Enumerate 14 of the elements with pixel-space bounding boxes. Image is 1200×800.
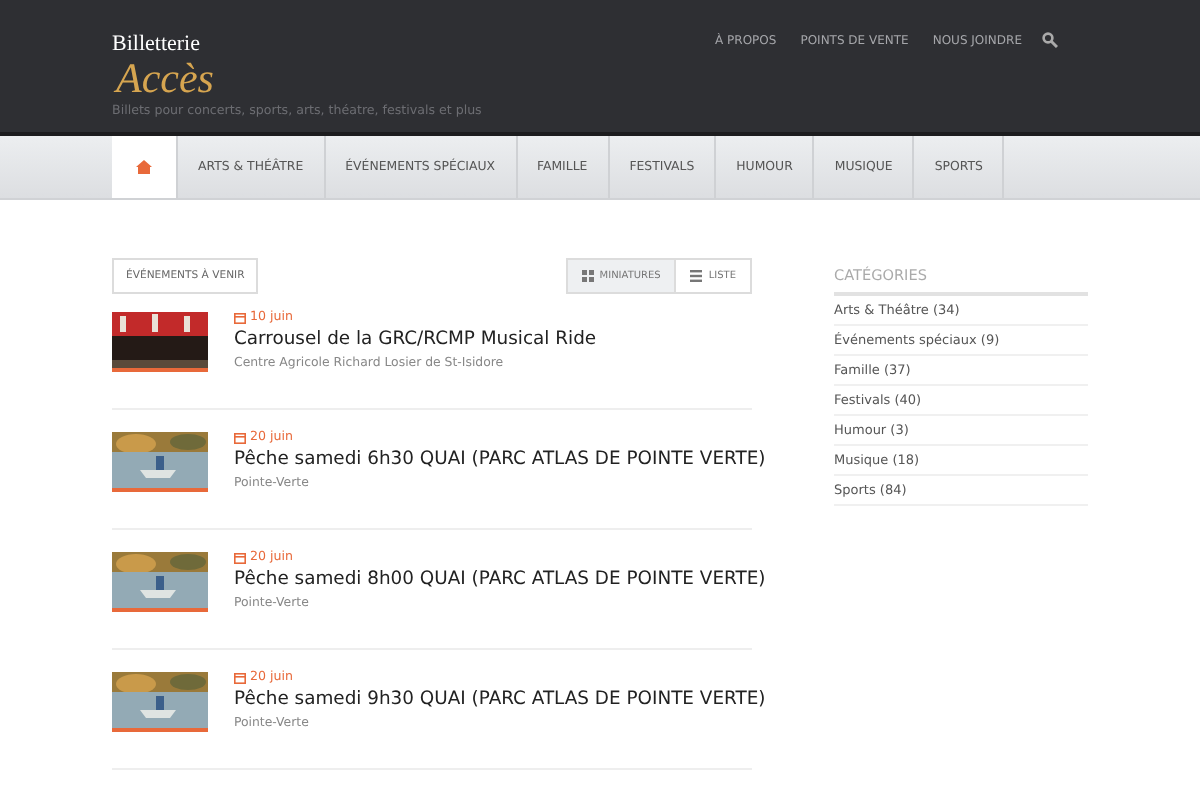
search-icon[interactable] [1042, 32, 1058, 48]
home-icon [136, 160, 152, 174]
event-title[interactable]: Pêche samedi 9h30 QUAI (PARC ATLAS DE POINTE VERTE) [234, 690, 766, 709]
calendar-icon [234, 432, 246, 445]
grid-icon [581, 270, 594, 282]
logo[interactable]: Billetterie Accès [112, 26, 272, 100]
list-icon [690, 270, 703, 282]
calendar-icon [234, 552, 246, 565]
calendar-icon [234, 672, 246, 685]
event-title[interactable]: Pêche samedi 8h00 QUAI (PARC ATLAS DE POINTE VERTE) [234, 570, 766, 589]
calendar-icon [234, 312, 246, 325]
event-title[interactable]: Pêche samedi 6h30 QUAI (PARC ATLAS DE POINTE VERTE) [234, 450, 766, 469]
event-title[interactable]: Carrousel de la GRC/RCMP Musical Ride [234, 330, 597, 349]
home-tab[interactable] [112, 136, 178, 198]
